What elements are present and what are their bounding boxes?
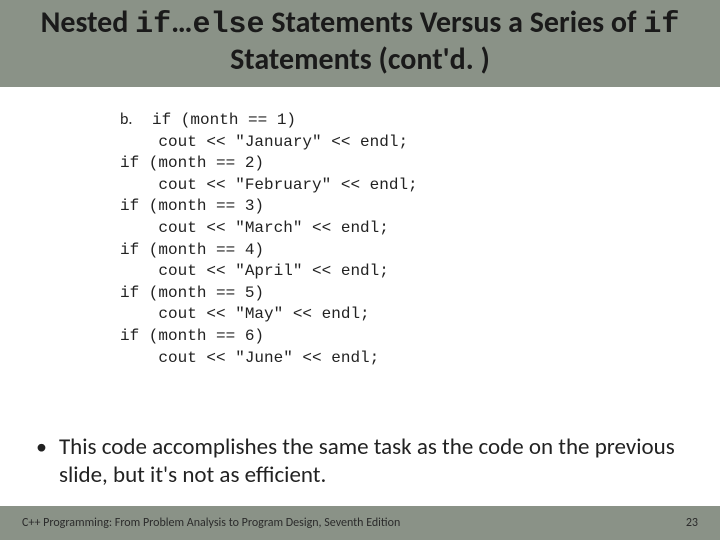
code-line: cout << "June" << endl;: [120, 349, 379, 367]
title-code-if: if: [135, 8, 171, 42]
slide: Nested if…else Statements Versus a Serie…: [0, 0, 720, 540]
title-bar: Nested if…else Statements Versus a Serie…: [0, 0, 720, 87]
content-area: b.if (month == 1) cout << "January" << e…: [0, 87, 720, 540]
code-line: if (month == 1): [152, 111, 296, 129]
footer-bar: C++ Programming: From Problem Analysis t…: [0, 506, 720, 540]
title-code-if2: if: [643, 8, 679, 42]
title-text-pre: Nested: [41, 4, 136, 41]
code-line: if (month == 2): [120, 154, 264, 172]
code-line: cout << "February" << endl;: [120, 176, 418, 194]
code-line: cout << "January" << endl;: [120, 133, 408, 151]
bullet-item: • This code accomplishes the same task a…: [30, 433, 680, 491]
code-label: b.: [120, 109, 152, 131]
title-code-else: else: [193, 8, 265, 42]
code-line: cout << "April" << endl;: [120, 262, 389, 280]
bullet-text: This code accomplishes the same task as …: [59, 433, 680, 491]
code-line: if (month == 6): [120, 327, 264, 345]
code-line: cout << "March" << endl;: [120, 219, 389, 237]
code-line: cout << "May" << endl;: [120, 305, 370, 323]
code-line: if (month == 4): [120, 241, 264, 259]
code-line: if (month == 5): [120, 284, 264, 302]
page-number: 23: [686, 516, 698, 530]
title-text-mid: Statements Versus a Series of: [265, 4, 644, 41]
slide-title: Nested if…else Statements Versus a Serie…: [24, 6, 696, 77]
bullet-icon: •: [36, 433, 47, 462]
footer-source: C++ Programming: From Problem Analysis t…: [22, 516, 400, 530]
code-line: if (month == 3): [120, 197, 264, 215]
title-text-post: Statements (cont'd. ): [230, 41, 490, 78]
bullet-area: • This code accomplishes the same task a…: [0, 433, 720, 491]
title-text-ellipsis: …: [171, 4, 192, 41]
code-block: b.if (month == 1) cout << "January" << e…: [120, 109, 690, 369]
